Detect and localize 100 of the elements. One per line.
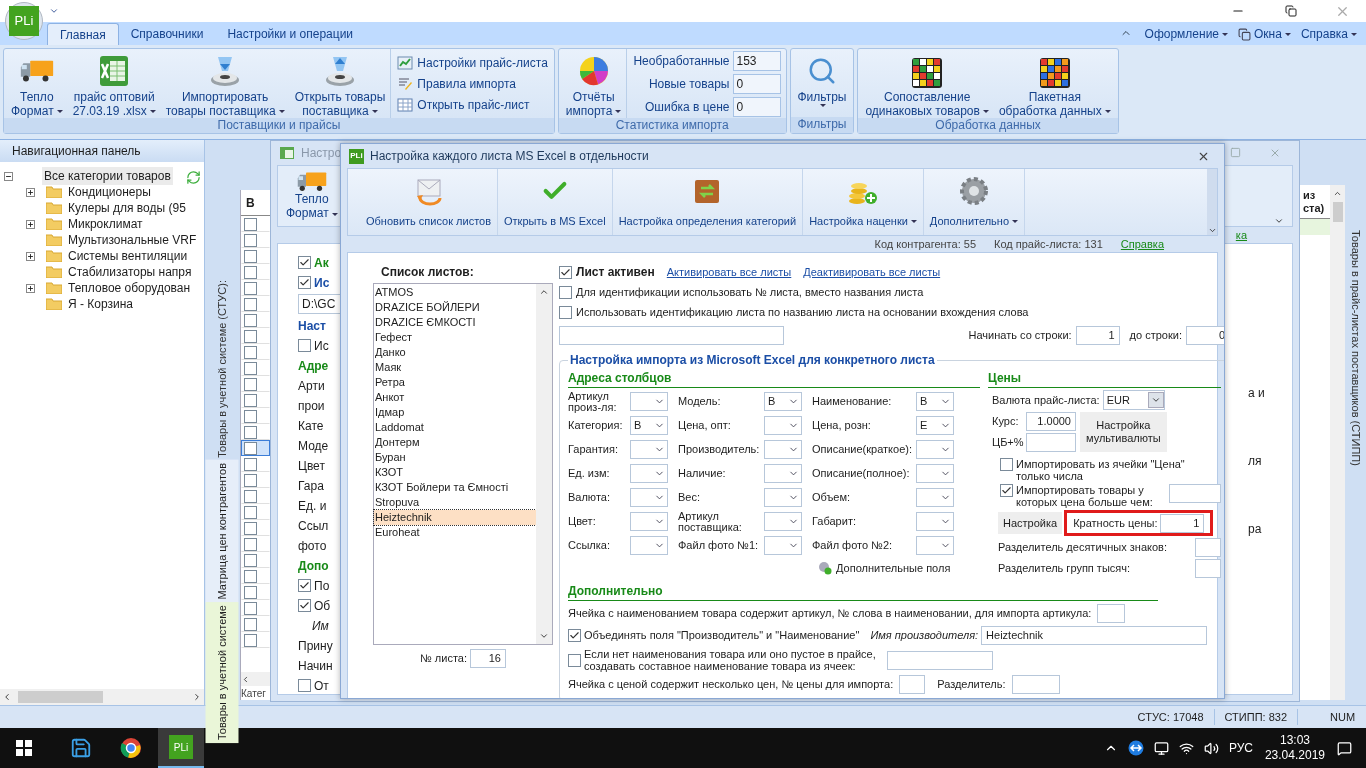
ribbon-small-button[interactable]: Настройки прайс-листа (397, 53, 548, 72)
dropdown-field[interactable] (630, 512, 668, 531)
input-field[interactable]: 0 (1186, 325, 1224, 345)
list-item[interactable]: Буран (374, 450, 536, 465)
tree-item[interactable]: Стабилизаторы напря (66, 263, 194, 281)
ribbon-button[interactable]: Тепло Формат (6, 49, 68, 118)
help-link[interactable]: Справка (1120, 235, 1164, 253)
list-item[interactable]: Гефест (374, 330, 536, 345)
horizontal-scrollbar[interactable] (241, 672, 270, 686)
toolbar-button[interactable]: Настройка наценки (803, 169, 924, 235)
tree-item[interactable]: Микроклимат (66, 215, 145, 233)
checkbox[interactable] (244, 217, 257, 231)
input-field[interactable] (1195, 559, 1221, 578)
list-item[interactable]: Stropuva (374, 495, 536, 510)
input-field[interactable]: 1 (1160, 513, 1205, 533)
dropdown-field[interactable] (916, 464, 954, 483)
overflow-icon[interactable] (1207, 226, 1217, 235)
list-item[interactable]: Heiztechnik (374, 510, 536, 525)
currency-dropdown[interactable]: EUR (1102, 390, 1165, 410)
checkbox[interactable] (244, 569, 257, 583)
input-field[interactable] (1097, 604, 1126, 623)
dropdown-field[interactable] (916, 488, 954, 507)
checkbox[interactable] (568, 653, 581, 667)
tree-item[interactable]: Системы вентиляции (66, 247, 190, 265)
dropdown-field[interactable] (764, 440, 802, 459)
list-item[interactable]: Донтерм (374, 435, 536, 450)
vertical-tab[interactable]: Товары в учетной системе (206, 602, 239, 744)
tree-item[interactable]: Мультизональные VRF (66, 231, 199, 249)
expand-button[interactable] (26, 187, 35, 197)
checkbox[interactable] (244, 249, 257, 263)
checkbox[interactable] (244, 265, 257, 279)
tree-item[interactable]: Кулеры для воды (95 (66, 199, 188, 217)
dropdown-field[interactable] (916, 536, 954, 555)
dropdown-field[interactable] (764, 488, 802, 507)
dropdown-field[interactable] (916, 512, 954, 531)
checkbox[interactable] (244, 505, 257, 519)
dropdown-field[interactable] (916, 440, 954, 459)
input-field[interactable]: 16 (470, 649, 506, 668)
language-indicator[interactable]: РУС (1228, 739, 1253, 757)
toolbar-button[interactable]: Дополнительно (923, 169, 1026, 235)
menu-item[interactable]: Оформление (1139, 23, 1234, 45)
remote-access-icon[interactable] (1127, 740, 1144, 756)
scrollbar-thumb[interactable] (18, 691, 103, 703)
ribbon-button[interactable]: прайс оптовий 27.03.19 .xlsx (67, 49, 161, 118)
tree-item[interactable]: Тепловое оборудован (66, 279, 193, 297)
grid-row[interactable] (241, 440, 270, 456)
checkbox[interactable] (244, 345, 257, 359)
list-item[interactable]: DRAZICE ЄМКОСТІ (374, 315, 536, 330)
checkbox[interactable] (568, 629, 581, 642)
tree-item[interactable]: Я - Корзина (66, 295, 136, 313)
list-item[interactable]: Laddomat (374, 420, 536, 435)
list-item[interactable]: Euroheat (374, 525, 536, 540)
checkbox[interactable] (298, 679, 311, 692)
input-field[interactable] (1011, 675, 1060, 694)
network-icon[interactable] (1178, 740, 1194, 756)
toolbar-button[interactable]: Открыть в MS Excel (498, 169, 613, 235)
dropdown-field[interactable] (764, 512, 802, 531)
checkbox[interactable] (244, 457, 257, 471)
input-field[interactable]: 1.0000 (1026, 412, 1076, 431)
input-field[interactable] (1195, 538, 1221, 557)
checkbox[interactable] (559, 286, 572, 299)
checkbox[interactable] (244, 409, 257, 423)
input-field[interactable] (1169, 484, 1221, 503)
menu-item[interactable]: Справка (1295, 23, 1362, 45)
list-item[interactable]: КЗОТ Бойлери та Ємності (374, 480, 536, 495)
scrollbar-thumb[interactable] (1332, 202, 1343, 222)
refresh-icon[interactable] (186, 170, 201, 185)
ribbon-button[interactable]: Отчёты импорта (560, 49, 627, 118)
ribbon-small-button[interactable]: Правила импорта (397, 74, 548, 93)
ribbon-tab[interactable]: Настройки и операции (215, 23, 366, 45)
checkbox[interactable] (244, 281, 257, 295)
vertical-tab[interactable]: Матрица цен контрагентов (206, 459, 239, 603)
list-item[interactable]: Маяк (374, 360, 536, 375)
checkbox[interactable] (559, 265, 572, 279)
ribbon-button[interactable]: Пакетная обработка данных (993, 49, 1116, 118)
dropdown-field[interactable] (630, 488, 668, 507)
checkbox[interactable] (244, 633, 257, 647)
ribbon-button[interactable]: Открыть товары поставщика (289, 49, 391, 118)
list-item[interactable]: Анкот (374, 390, 536, 405)
checkbox[interactable] (244, 601, 257, 615)
checkbox[interactable] (244, 553, 257, 567)
dropdown-field[interactable] (630, 464, 668, 483)
vertical-scrollbar[interactable] (536, 284, 552, 644)
toolbar-button[interactable]: Обновить список листов (360, 169, 498, 235)
multicurrency-button[interactable]: Настройка мультивалюты (1080, 412, 1167, 452)
checkbox[interactable] (244, 489, 257, 503)
ribbon-button[interactable]: Фильтры (792, 49, 852, 117)
checkbox[interactable] (298, 256, 311, 269)
dropdown-field[interactable] (764, 536, 802, 555)
expand-button[interactable] (26, 219, 35, 229)
settings-button[interactable]: Настройка (998, 512, 1063, 534)
browser-icon[interactable] (120, 737, 142, 759)
list-item[interactable]: Ідмар (374, 405, 536, 420)
checkbox[interactable] (244, 521, 257, 535)
ribbon-button[interactable]: Тепло Формат (286, 171, 338, 221)
collapse-button[interactable] (4, 171, 13, 181)
list-item[interactable]: КЗОТ (374, 465, 536, 480)
monitor-icon[interactable] (1153, 740, 1169, 756)
help-link[interactable]: ка (1235, 227, 1247, 243)
windows-logo-icon[interactable] (16, 740, 32, 756)
